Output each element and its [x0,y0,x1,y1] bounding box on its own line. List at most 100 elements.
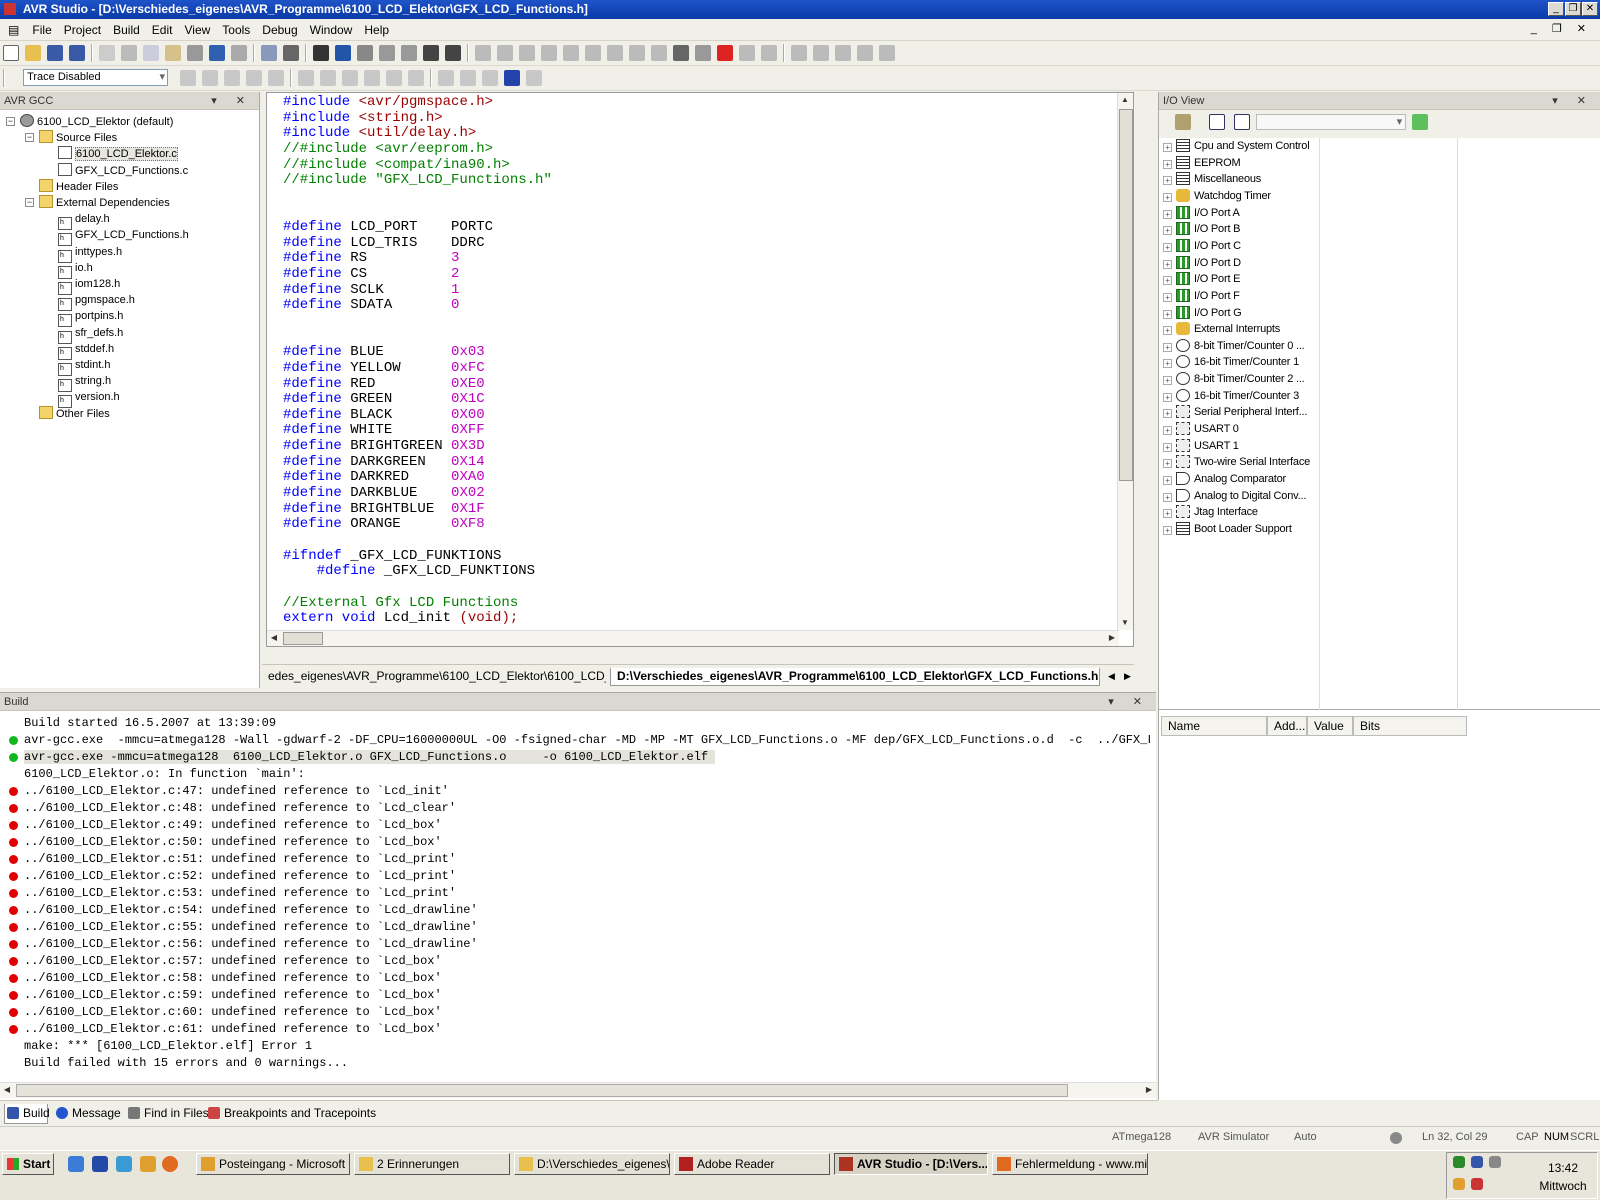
processor-icon[interactable] [857,45,873,61]
scroll-left-arrow-icon[interactable]: ◀ [267,631,281,645]
output-tab[interactable]: Message [54,1104,121,1124]
build-icon[interactable] [357,45,373,61]
build-line[interactable]: ../6100_LCD_Elektor.c:61: undefined refe… [0,1021,1150,1038]
tab-6100-lcd-elektor-c[interactable]: edes_eigenes\AVR_Programme\6100_LCD_Elek… [262,668,606,686]
build-line[interactable]: 6100_LCD_Elektor.o: In function `main': [0,766,1150,783]
list-view-icon[interactable] [1234,114,1251,130]
editor-horizontal-thumb[interactable] [283,632,323,645]
expand-plus-icon[interactable]: + [1163,426,1172,436]
windows-icon[interactable] [261,45,277,61]
compile-icon[interactable] [401,45,417,61]
expand-plus-icon[interactable]: + [1163,326,1172,336]
io-item[interactable]: +16-bit Timer/Counter 1 [1163,354,1299,371]
trace-step-icon[interactable] [224,70,241,86]
editor-horizontal-scrollbar[interactable]: ◀ ▶ [267,630,1119,646]
redo-icon[interactable] [231,45,247,61]
build-horizontal-scrollbar[interactable]: ◀ ▶ [0,1082,1156,1098]
tree-header-file[interactable]: h version.h [58,389,120,409]
trace-down-icon[interactable] [246,70,263,86]
settings-icon[interactable] [1175,114,1191,130]
code-line[interactable] [283,204,552,220]
menu-debug[interactable]: Debug [256,19,303,37]
braces-icon[interactable] [673,45,689,61]
tree-header-file[interactable]: h portpins.h [58,308,123,328]
expand-plus-icon[interactable]: + [1163,525,1172,535]
taskbar-explorer[interactable]: D:\Verschiedes_eigenes\... [514,1153,670,1175]
code-line[interactable]: #include <avr/pgmspace.h> [283,94,552,111]
io-item[interactable]: + Serial Peripheral Interf... [1163,404,1307,421]
build-line[interactable]: ../6100_LCD_Elektor.c:51: undefined refe… [0,851,1150,868]
expand-plus-icon[interactable]: + [1163,309,1172,319]
build-line[interactable]: ../6100_LCD_Elektor.c:60: undefined refe… [0,1004,1150,1021]
tree-header-file[interactable]: h stdint.h [58,357,110,376]
tab-scroll-right-icon[interactable]: ▶ [1118,668,1137,686]
build-line[interactable]: ../6100_LCD_Elektor.c:55: undefined refe… [0,919,1150,936]
play-list-icon[interactable] [460,70,477,86]
toggle-icon[interactable] [761,45,777,61]
pane-controls[interactable]: ▾ ✕ [211,92,253,110]
io-column-header[interactable]: Value [1307,716,1353,736]
expand-plus-icon[interactable]: + [1163,409,1172,419]
code-line[interactable] [283,314,552,330]
save-icon[interactable] [47,45,63,61]
io-item[interactable]: + I/O Port G [1163,305,1242,322]
new-file-icon[interactable] [3,45,19,61]
code-line[interactable]: #define ORANGE 0XF8 [283,516,552,533]
run-icon[interactable] [475,45,491,61]
code-line[interactable]: #define BLUE 0x03 [283,344,552,361]
code-line[interactable]: #include <util/delay.h> [283,125,552,142]
taskbar-firefox[interactable]: Fehlermeldung - www.mi... [992,1153,1148,1175]
scroll-up-arrow-icon[interactable]: ▲ [1118,93,1132,107]
firefox-quicklaunch-icon[interactable] [162,1156,178,1172]
indent-icon[interactable] [423,45,439,61]
minimize-button[interactable]: _ [1548,2,1564,16]
tree2-icon[interactable] [386,70,403,86]
expand-plus-icon[interactable]: + [1163,242,1172,252]
tree-icon[interactable] [364,70,381,86]
gear-icon[interactable] [526,70,543,86]
step-into-icon[interactable] [585,45,601,61]
code-line[interactable]: //#include <compat/ina90.h> [283,157,552,174]
code-line[interactable] [283,533,552,549]
expand-plus-icon[interactable]: + [1163,459,1172,469]
build-line[interactable]: ../6100_LCD_Elektor.c:50: undefined refe… [0,834,1150,851]
menu-window[interactable]: Window [304,19,359,37]
io-filter-select[interactable]: ▾ [1256,114,1407,130]
code-line[interactable]: #define DARKRED 0XA0 [283,470,552,486]
tree-folder-header[interactable]: Header Files [39,178,118,195]
code-line[interactable]: extern void Lcd_init (void); [283,610,552,627]
io-item[interactable]: + I/O Port A [1163,205,1240,222]
trace-icon[interactable] [180,70,197,86]
expand-plus-icon[interactable]: + [1163,259,1172,269]
code-line[interactable]: #define BLACK 0X00 [283,407,552,424]
find-binoculars-icon[interactable] [313,45,329,61]
editor-vertical-scrollbar[interactable]: ▲ ▼ [1117,93,1133,630]
tree-file[interactable]: GFX_LCD_Functions.c [58,162,188,179]
tree-folder-source[interactable]: Source Files [39,130,117,146]
code-line[interactable] [283,330,552,346]
tree-header-file[interactable]: h GFX_LCD_Functions.h [58,227,189,247]
tray-alert-icon[interactable] [1471,1178,1483,1190]
code-line[interactable]: #define YELLOW 0xFC [283,360,552,377]
io-column-header[interactable]: Add... [1267,716,1307,736]
code-line[interactable] [283,189,552,205]
copy-icon[interactable] [143,45,159,61]
io-item[interactable]: + Boot Loader Support [1163,521,1292,538]
chip-icon[interactable] [342,70,359,86]
io-item[interactable]: + External Interrupts [1163,321,1280,338]
menu-tools[interactable]: Tools [216,19,256,37]
build-line[interactable]: ../6100_LCD_Elektor.c:47: undefined refe… [0,783,1150,800]
build-line[interactable]: ../6100_LCD_Elektor.c:52: undefined refe… [0,868,1150,885]
tray-network-icon[interactable] [1453,1156,1465,1168]
build-log[interactable]: Build started 16.5.2007 at 13:39:09 avr-g… [0,715,1150,1075]
build-line[interactable]: ../6100_LCD_Elektor.c:58: undefined refe… [0,970,1150,987]
taskbar-adobe-reader[interactable]: Adobe Reader [674,1153,830,1175]
mem-icon[interactable] [320,70,337,86]
io-item[interactable]: + I/O Port D [1163,255,1241,272]
tree-folder-other[interactable]: Other Files [39,405,110,422]
paste-icon[interactable] [165,45,181,61]
code-line[interactable]: #define RED 0XE0 [283,376,552,393]
stop-icon[interactable] [497,45,513,61]
code-line[interactable]: #define LCD_PORT PORTC [283,219,552,236]
tree-header-file[interactable]: h stddef.h [58,341,114,360]
